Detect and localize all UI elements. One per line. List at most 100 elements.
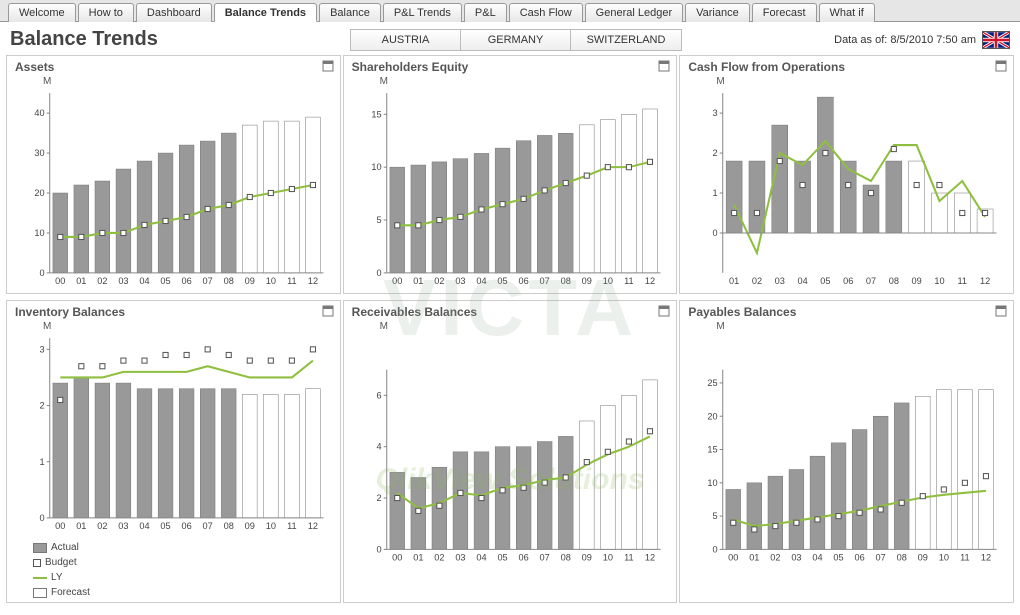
header: Balance Trends AUSTRIAGERMANYSWITZERLAND…: [0, 22, 1020, 55]
svg-text:10: 10: [708, 478, 718, 488]
panel-assets: AssetsM010203040000102030405060708091011…: [6, 55, 341, 294]
tab-how-to[interactable]: How to: [78, 3, 134, 22]
tab-balance-trends[interactable]: Balance Trends: [214, 3, 317, 22]
svg-text:09: 09: [245, 276, 255, 286]
legend-budget: Budget: [33, 556, 332, 570]
tab-variance[interactable]: Variance: [685, 3, 750, 22]
svg-text:00: 00: [728, 553, 738, 563]
svg-text:00: 00: [55, 276, 65, 286]
svg-text:0: 0: [39, 268, 44, 278]
svg-text:05: 05: [821, 276, 831, 286]
svg-text:0: 0: [376, 545, 381, 555]
svg-text:07: 07: [203, 521, 213, 531]
svg-text:11: 11: [960, 553, 970, 563]
svg-text:04: 04: [139, 521, 149, 531]
svg-text:06: 06: [181, 521, 191, 531]
tab-general-ledger[interactable]: General Ledger: [585, 3, 683, 22]
chart: 024600010203040506070809101112: [352, 332, 669, 599]
tab-balance[interactable]: Balance: [319, 3, 381, 22]
svg-text:01: 01: [413, 553, 423, 563]
maximize-icon[interactable]: [658, 305, 670, 317]
svg-text:12: 12: [980, 276, 990, 286]
svg-text:0: 0: [376, 268, 381, 278]
maximize-icon[interactable]: [995, 60, 1007, 72]
svg-text:5: 5: [713, 511, 718, 521]
maximize-icon[interactable]: [995, 305, 1007, 317]
svg-text:07: 07: [203, 276, 213, 286]
maximize-icon[interactable]: [658, 60, 670, 72]
svg-text:10: 10: [266, 276, 276, 286]
panel-title: Inventory Balances: [15, 305, 332, 319]
svg-text:01: 01: [413, 276, 423, 286]
data-as-of: Data as of: 8/5/2010 7:50 am: [834, 34, 976, 46]
tab-p-l[interactable]: P&L: [464, 3, 507, 22]
svg-text:3: 3: [713, 108, 718, 118]
maximize-icon[interactable]: [322, 305, 334, 317]
uk-flag-icon[interactable]: [982, 31, 1010, 49]
svg-text:11: 11: [624, 553, 634, 563]
svg-text:4: 4: [376, 442, 381, 452]
svg-text:02: 02: [434, 553, 444, 563]
svg-text:02: 02: [752, 276, 762, 286]
svg-text:07: 07: [539, 553, 549, 563]
svg-text:0: 0: [713, 545, 718, 555]
country-selector: AUSTRIAGERMANYSWITZERLAND: [350, 29, 682, 51]
svg-text:04: 04: [813, 553, 823, 563]
legend-actual: Actual: [33, 541, 332, 555]
svg-text:06: 06: [518, 276, 528, 286]
svg-text:10: 10: [266, 521, 276, 531]
svg-text:05: 05: [497, 553, 507, 563]
panel-cash-flow-from-operations: Cash Flow from OperationsM01230102030405…: [679, 55, 1014, 294]
svg-text:05: 05: [497, 276, 507, 286]
panel-title: Payables Balances: [688, 305, 1005, 319]
unit-label: M: [380, 321, 669, 332]
svg-text:05: 05: [160, 521, 170, 531]
svg-text:04: 04: [476, 276, 486, 286]
svg-text:05: 05: [834, 553, 844, 563]
tab-welcome[interactable]: Welcome: [8, 3, 76, 22]
svg-text:10: 10: [34, 228, 44, 238]
svg-text:2: 2: [376, 493, 381, 503]
svg-text:01: 01: [729, 276, 739, 286]
chart: 05101500010203040506070809101112: [352, 87, 669, 291]
svg-text:11: 11: [287, 276, 297, 286]
svg-text:12: 12: [981, 553, 991, 563]
svg-text:2: 2: [40, 401, 45, 411]
svg-text:10: 10: [935, 276, 945, 286]
country-germany[interactable]: GERMANY: [461, 30, 571, 50]
svg-text:07: 07: [866, 276, 876, 286]
svg-text:08: 08: [224, 276, 234, 286]
svg-text:00: 00: [392, 276, 402, 286]
svg-text:15: 15: [708, 445, 718, 455]
svg-text:08: 08: [560, 276, 570, 286]
svg-text:40: 40: [34, 108, 44, 118]
country-switzerland[interactable]: SWITZERLAND: [571, 30, 681, 50]
panel-title: Receivables Balances: [352, 305, 669, 319]
tab-dashboard[interactable]: Dashboard: [136, 3, 212, 22]
panel-title: Assets: [15, 60, 332, 74]
svg-text:12: 12: [645, 553, 655, 563]
page-title: Balance Trends: [10, 28, 350, 51]
tab-forecast[interactable]: Forecast: [752, 3, 817, 22]
maximize-icon[interactable]: [322, 60, 334, 72]
svg-text:11: 11: [624, 276, 634, 286]
svg-text:2: 2: [713, 148, 718, 158]
svg-text:01: 01: [76, 521, 86, 531]
svg-text:10: 10: [602, 276, 612, 286]
svg-text:07: 07: [539, 276, 549, 286]
chart: 0123010203040506070809101112: [688, 87, 1005, 291]
svg-text:0: 0: [40, 513, 45, 523]
svg-text:09: 09: [581, 276, 591, 286]
chart: 051015202500010203040506070809101112: [688, 332, 1005, 599]
panel-title: Shareholders Equity: [352, 60, 669, 74]
panel-inventory-balances: Inventory BalancesM012300010203040506070…: [6, 300, 341, 602]
svg-text:5: 5: [376, 215, 381, 225]
tab-cash-flow[interactable]: Cash Flow: [509, 3, 583, 22]
svg-text:1: 1: [40, 457, 45, 467]
tab-what-if[interactable]: What if: [819, 3, 875, 22]
tab-p-l-trends[interactable]: P&L Trends: [383, 3, 462, 22]
svg-text:04: 04: [798, 276, 808, 286]
svg-text:05: 05: [160, 276, 170, 286]
country-austria[interactable]: AUSTRIA: [351, 30, 461, 50]
unit-label: M: [716, 321, 1005, 332]
